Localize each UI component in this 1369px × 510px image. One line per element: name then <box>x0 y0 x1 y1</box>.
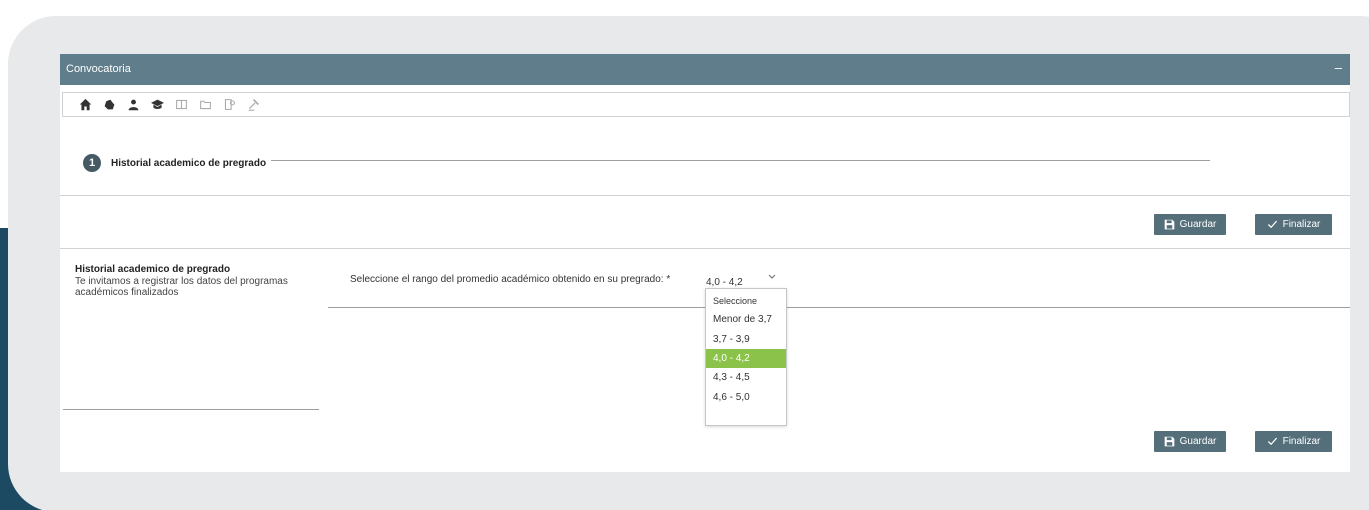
save-button[interactable]: Guardar <box>1154 214 1226 235</box>
finish-button-label: Finalizar <box>1282 436 1321 447</box>
floppy-icon <box>1164 436 1174 447</box>
dropdown-option[interactable]: 3,7 - 3,9 <box>706 330 786 349</box>
book-icon[interactable] <box>169 95 193 115</box>
save-button-label: Guardar <box>1179 219 1217 230</box>
puzzle-icon[interactable] <box>97 95 121 115</box>
dropdown-option[interactable]: 4,3 - 4,5 <box>706 368 786 387</box>
save-button-bottom[interactable]: Guardar <box>1154 431 1226 452</box>
window-title: Convocatoria <box>66 63 131 75</box>
section-rule <box>63 409 319 410</box>
check-icon <box>1267 220 1277 229</box>
save-button-label: Guardar <box>1179 436 1217 447</box>
finish-button[interactable]: Finalizar <box>1255 214 1332 235</box>
home-icon[interactable] <box>73 95 97 115</box>
divider <box>60 248 1350 249</box>
folder-icon[interactable] <box>193 95 217 115</box>
minimize-button[interactable]: – <box>1335 60 1342 75</box>
step-label: Historial academico de pregrado <box>111 157 267 169</box>
dropdown-option[interactable]: Seleccione <box>706 291 786 310</box>
floppy-icon <box>1164 219 1174 230</box>
step-indicator[interactable]: 1 Historial academico de pregrado <box>83 154 266 172</box>
divider <box>60 195 1350 196</box>
gpa-range-select[interactable]: 4,0 - 4,2 <box>706 277 743 288</box>
step-number: 1 <box>83 154 101 172</box>
dropdown-option[interactable]: 4,6 - 5,0 <box>706 387 786 406</box>
dropdown-option[interactable]: Menor de 3,7 <box>706 310 786 329</box>
dropdown-option-selected[interactable]: 4,0 - 4,2 <box>706 348 786 369</box>
section-description: Te invitamos a registrar los datos del p… <box>75 276 288 298</box>
gpa-range-label: Seleccione el rango del promedio académi… <box>350 274 671 285</box>
graduation-cap-icon[interactable] <box>145 95 169 115</box>
window-titlebar: Convocatoria – <box>60 54 1350 85</box>
gavel-icon[interactable] <box>241 95 265 115</box>
finish-button-bottom[interactable]: Finalizar <box>1255 431 1332 452</box>
chevron-down-icon[interactable] <box>768 272 776 283</box>
user-icon[interactable] <box>121 95 145 115</box>
convocatoria-window: Convocatoria – 1 Historial academico de … <box>60 54 1350 472</box>
gpa-range-dropdown: Seleccione Menor de 3,7 3,7 - 3,9 4,0 - … <box>705 288 787 426</box>
check-icon <box>1267 437 1277 446</box>
step-line <box>271 160 1210 161</box>
step-toolbar <box>62 92 1350 117</box>
select-underline <box>328 307 1350 308</box>
certificate-icon[interactable] <box>217 95 241 115</box>
section-title: Historial academico de pregrado <box>75 264 231 275</box>
finish-button-label: Finalizar <box>1282 219 1321 230</box>
